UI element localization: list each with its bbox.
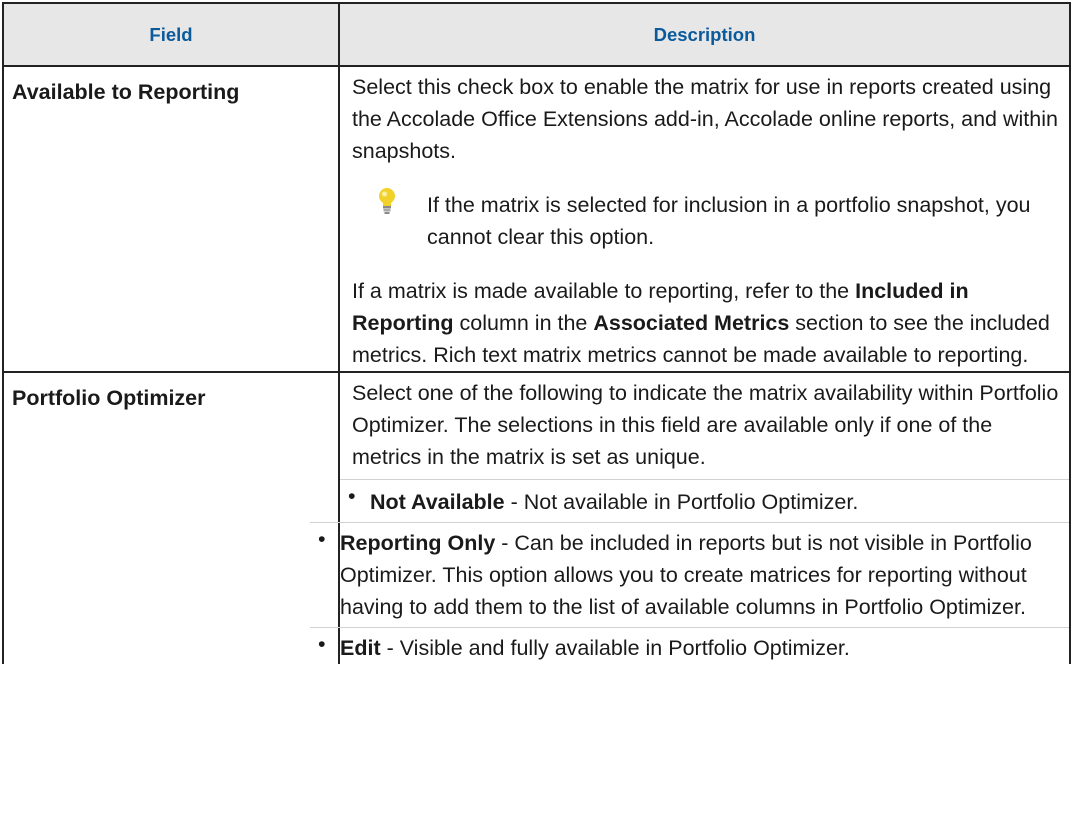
bullet-icon: • [348,484,356,508]
tip-text: If the matrix is selected for inclusion … [427,193,1031,249]
tip-note: If the matrix is selected for inclusion … [352,188,1061,253]
options-list: • Not Available - Not available in Portfo… [310,479,1069,664]
description-cell: Select one of the following to indicate … [310,371,1071,664]
list-item: • Reporting Only - Can be included in rep… [310,522,1069,623]
text-run: column in the [453,311,594,335]
bullet-icon: • [318,527,326,551]
table-row: Portfolio Optimizer Select one of the fo… [2,371,1071,664]
bullet-icon: • [318,632,326,656]
description-column-header: Description [338,2,1071,67]
option-name: Reporting Only [340,531,496,555]
description-paragraph: Select one of the following to indicate … [352,381,1059,469]
option-name: Not Available [370,490,505,514]
list-item: • Edit - Visible and fully available in P… [310,627,1069,664]
description-cell: Select this check box to enable the matr… [338,65,1071,373]
field-name-portfolio-optimizer: Portfolio Optimizer [2,371,340,664]
table-row: Available to Reporting Select this check… [2,65,1071,373]
field-column-header: Field [2,2,340,67]
option-text: - Visible and fully available in Portfol… [380,636,850,660]
text-run: If a matrix is made available to reporti… [352,279,856,303]
option-text: - Not available in Portfolio Optimizer. [504,490,859,514]
list-item: • Not Available - Not available in Portfo… [340,479,1069,518]
field-name-available-to-reporting: Available to Reporting [2,65,340,373]
lightbulb-icon [379,188,395,214]
option-name: Edit [340,636,381,660]
associated-metrics-term: Associated Metrics [593,311,790,335]
table-header-row: Field Description [2,2,1071,67]
field-description-table: Field Description Available to Reporting… [2,2,1071,664]
description-paragraph: Select this check box to enable the matr… [352,75,1058,163]
description-paragraph: If a matrix is made available to reporti… [352,275,1061,371]
